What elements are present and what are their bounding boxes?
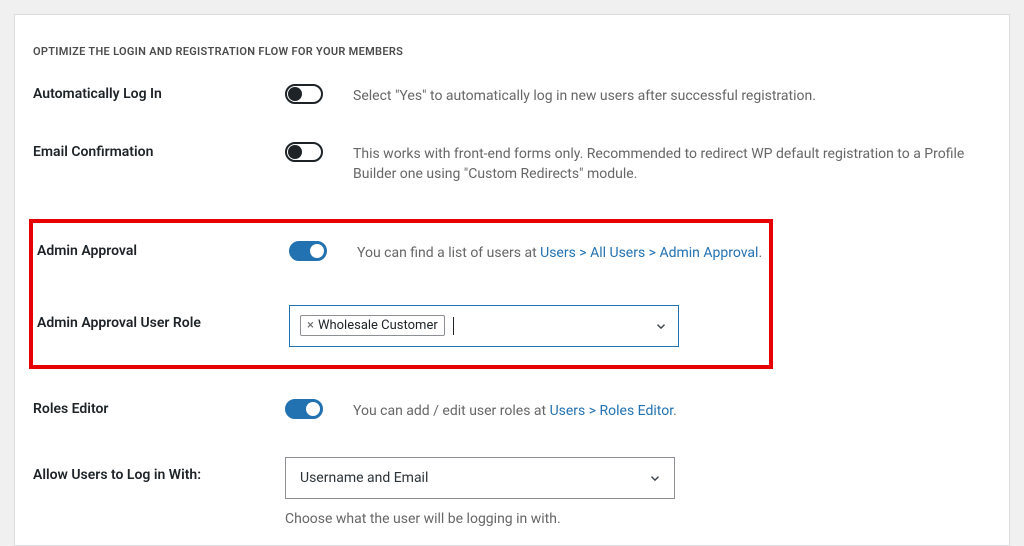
link-admin-approval[interactable]: Users > All Users > Admin Approval bbox=[540, 245, 758, 261]
label-roles-editor: Roles Editor bbox=[33, 399, 285, 417]
highlight-admin-approval-block: Admin Approval You can find a list of us… bbox=[29, 219, 773, 369]
control-auto-login bbox=[285, 84, 353, 108]
row-auto-login: Automatically Log In Select "Yes" to aut… bbox=[33, 84, 991, 108]
desc-admin-approval-suffix: . bbox=[758, 245, 762, 261]
desc-roles-editor-prefix: You can add / edit user roles at bbox=[353, 403, 550, 419]
tag-wholesale-customer: × Wholesale Customer bbox=[300, 315, 445, 336]
desc-roles-editor: You can add / edit user roles at Users >… bbox=[353, 399, 991, 421]
label-auto-login: Automatically Log In bbox=[33, 84, 285, 102]
row-roles-editor: Roles Editor You can add / edit user rol… bbox=[33, 399, 991, 423]
helper-allow-login-with: Choose what the user will be logging in … bbox=[285, 511, 991, 527]
toggle-roles-editor[interactable] bbox=[285, 399, 323, 419]
desc-email-confirmation: This works with front-end forms only. Re… bbox=[353, 142, 991, 185]
desc-admin-approval-prefix: You can find a list of users at bbox=[357, 245, 540, 261]
control-roles-editor bbox=[285, 399, 353, 423]
toggle-admin-approval[interactable] bbox=[289, 241, 327, 261]
settings-page: OPTIMIZE THE LOGIN AND REGISTRATION FLOW… bbox=[0, 0, 1024, 546]
section-title: OPTIMIZE THE LOGIN AND REGISTRATION FLOW… bbox=[33, 45, 991, 58]
control-allow-login-with: Username and Email Choose what the user … bbox=[285, 457, 991, 527]
select-allow-login-with[interactable]: Username and Email bbox=[285, 457, 675, 499]
desc-admin-approval: You can find a list of users at Users > … bbox=[357, 241, 769, 263]
row-admin-approval: Admin Approval You can find a list of us… bbox=[33, 241, 769, 265]
row-allow-login-with: Allow Users to Log in With: Username and… bbox=[33, 457, 991, 527]
control-admin-approval-role: × Wholesale Customer bbox=[289, 305, 769, 347]
label-allow-login-with: Allow Users to Log in With: bbox=[33, 457, 285, 483]
row-email-confirmation: Email Confirmation This works with front… bbox=[33, 142, 991, 185]
label-admin-approval: Admin Approval bbox=[37, 241, 289, 259]
remove-tag-icon[interactable]: × bbox=[307, 318, 314, 333]
chevron-down-icon[interactable] bbox=[654, 319, 668, 333]
control-admin-approval bbox=[289, 241, 357, 265]
toggle-auto-login[interactable] bbox=[285, 84, 323, 104]
control-email-confirmation bbox=[285, 142, 353, 166]
row-admin-approval-role: Admin Approval User Role × Wholesale Cust… bbox=[33, 305, 769, 347]
link-roles-editor[interactable]: Users > Roles Editor bbox=[550, 403, 674, 419]
settings-panel: OPTIMIZE THE LOGIN AND REGISTRATION FLOW… bbox=[14, 14, 1010, 546]
label-email-confirmation: Email Confirmation bbox=[33, 142, 285, 160]
desc-roles-editor-suffix: . bbox=[673, 403, 677, 419]
select-admin-approval-role[interactable]: × Wholesale Customer bbox=[289, 305, 679, 347]
toggle-email-confirmation[interactable] bbox=[285, 142, 323, 162]
label-admin-approval-role: Admin Approval User Role bbox=[37, 305, 289, 331]
tag-label: Wholesale Customer bbox=[318, 318, 438, 333]
text-cursor bbox=[453, 317, 454, 335]
desc-auto-login: Select "Yes" to automatically log in new… bbox=[353, 84, 991, 106]
chevron-down-icon bbox=[648, 471, 662, 485]
select-allow-login-with-value: Username and Email bbox=[300, 470, 428, 486]
